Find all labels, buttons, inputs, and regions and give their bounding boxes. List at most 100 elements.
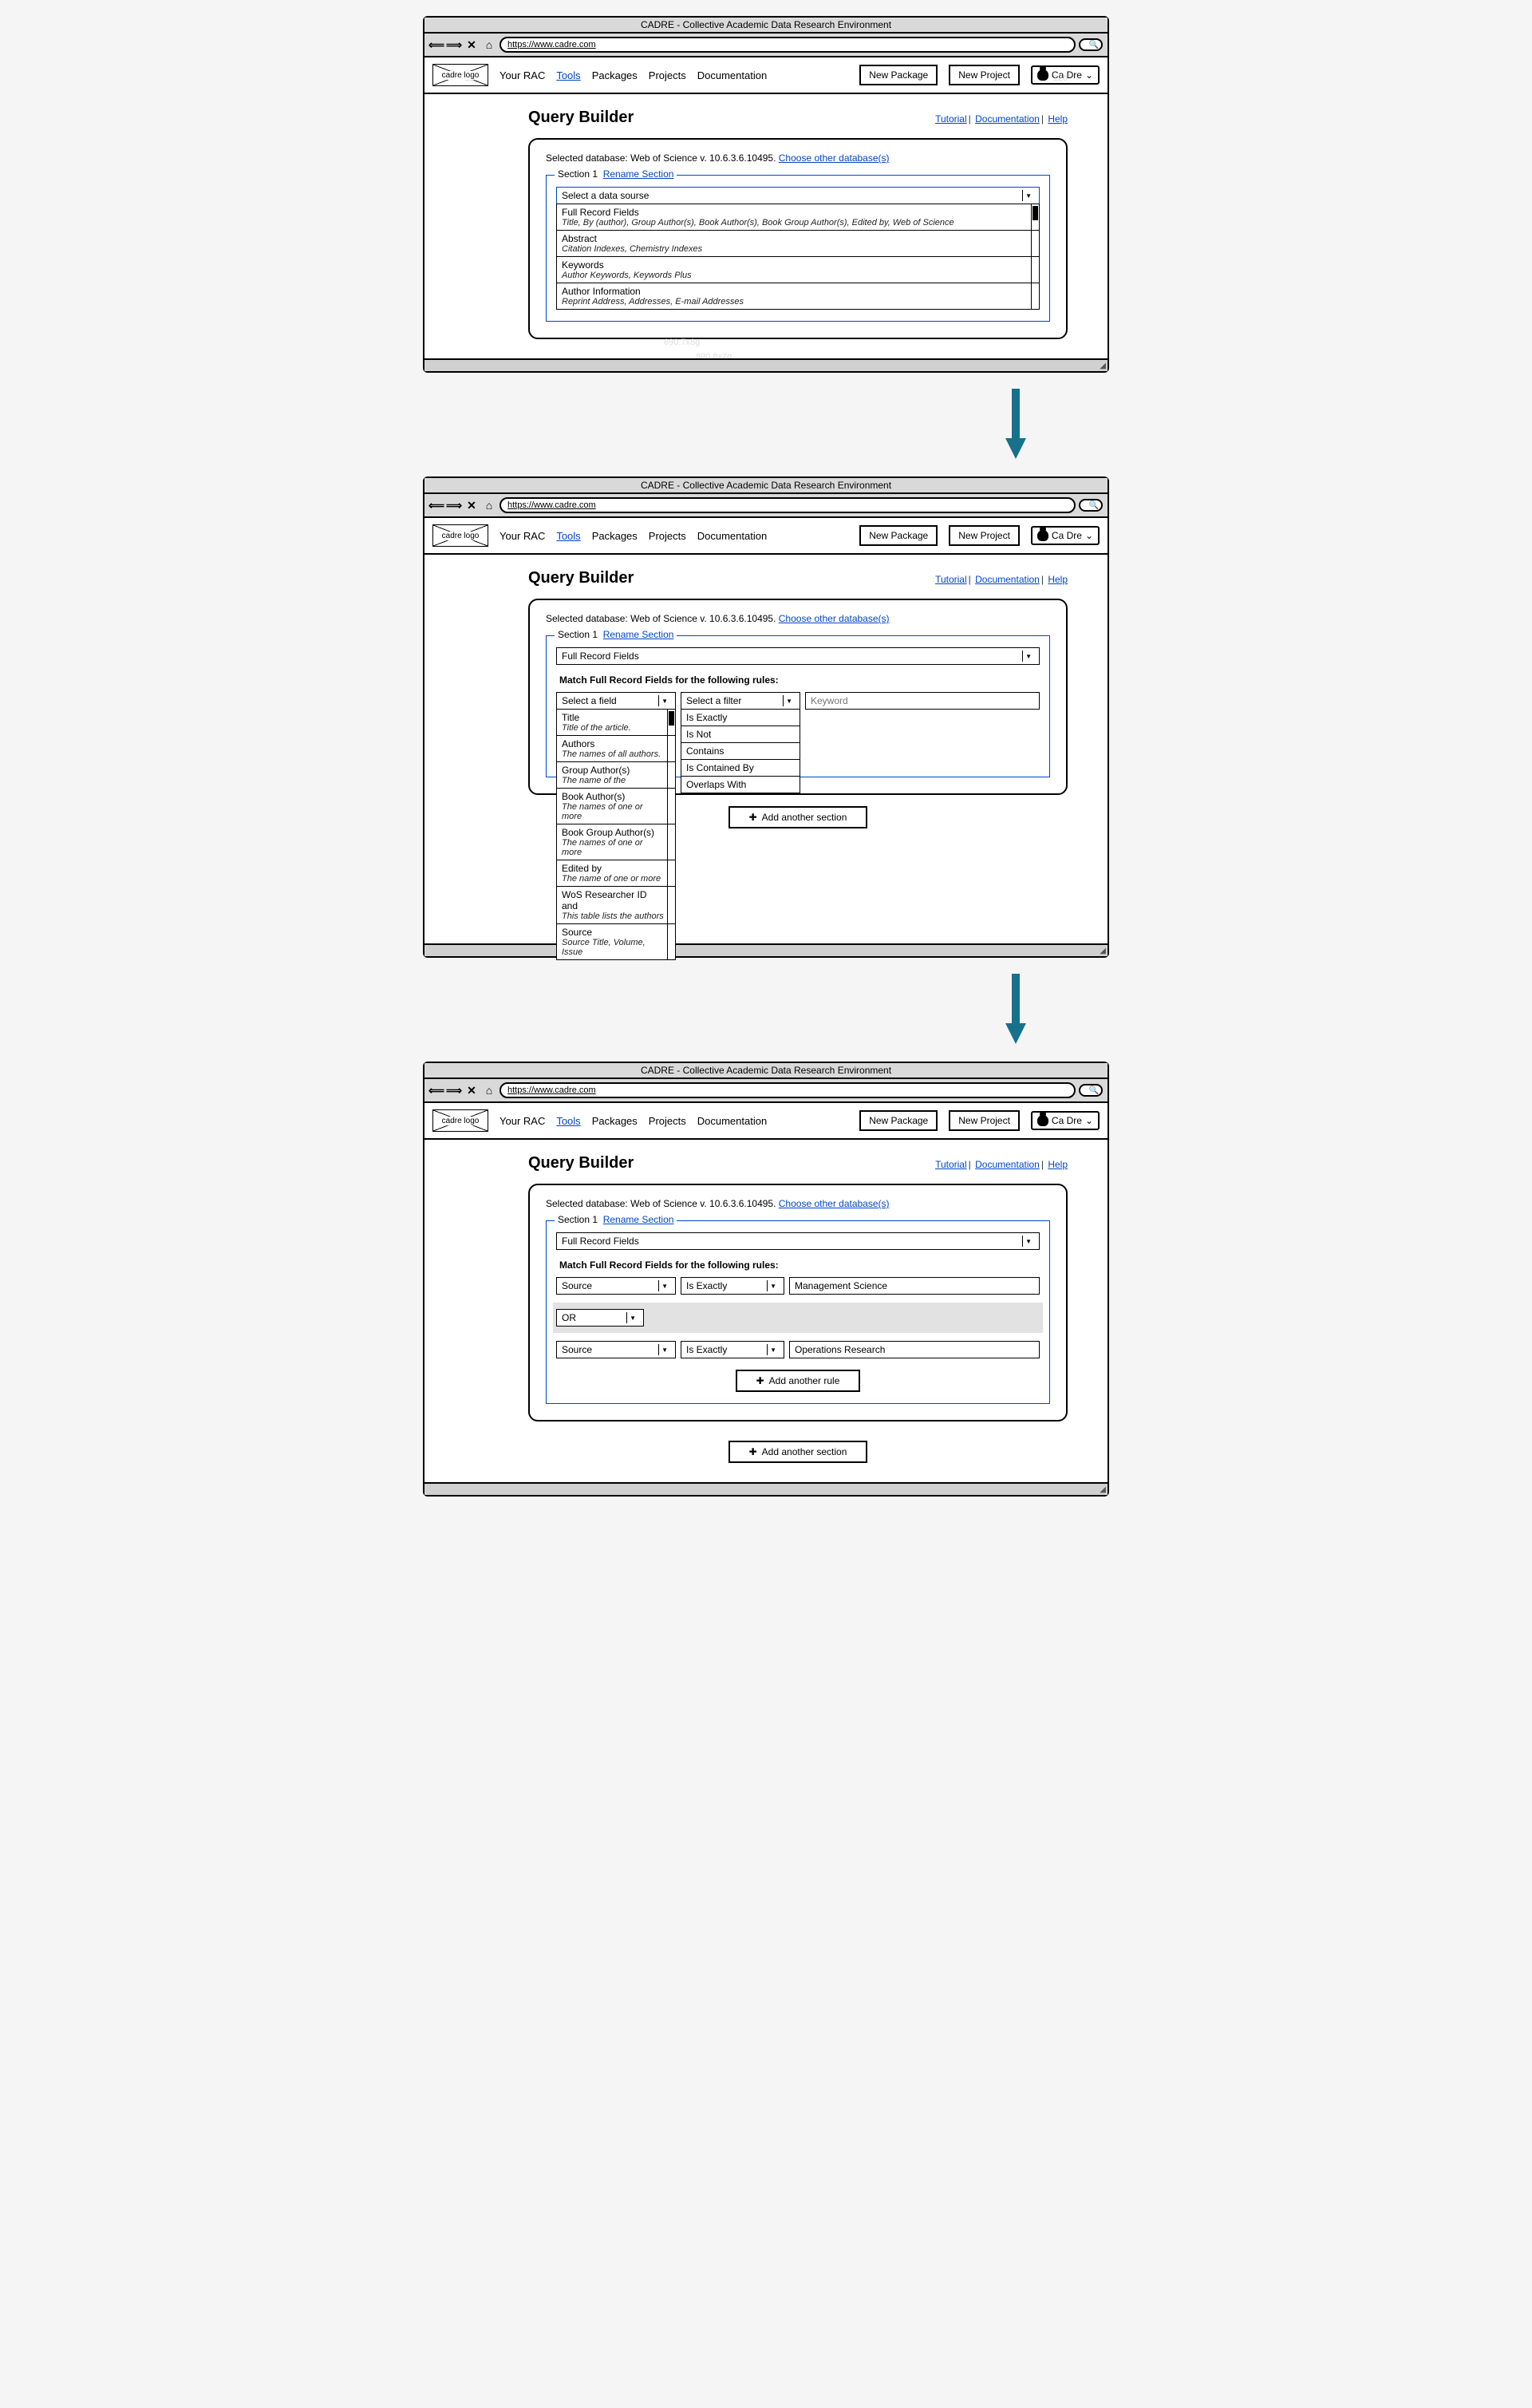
rule2-value-input[interactable]: Operations Research — [789, 1341, 1040, 1358]
field-opt-source[interactable]: SourceSource Title, Volume, Issue — [557, 924, 675, 959]
filter-opt-contains[interactable]: Contains — [681, 743, 800, 760]
filter-opt-not[interactable]: Is Not — [681, 726, 800, 743]
docs-link[interactable]: Documentation — [975, 1159, 1040, 1170]
field-dropdown[interactable]: TitleTitle of the article. AuthorsThe na… — [556, 709, 676, 960]
home-icon[interactable]: ⌂ — [482, 38, 496, 52]
new-project-button[interactable]: New Project — [949, 1110, 1020, 1131]
field-opt-book-author[interactable]: Book Author(s)The names of one or more — [557, 789, 675, 824]
add-section-button[interactable]: ✚ Add another section — [728, 1441, 868, 1463]
scrollbar[interactable] — [1031, 204, 1039, 309]
back-icon[interactable]: ⟸ — [429, 38, 444, 52]
user-menu[interactable]: Ca Dre ⌄ — [1031, 1111, 1100, 1130]
new-project-button[interactable]: New Project — [949, 525, 1020, 546]
url-field[interactable]: https://www.cadre.com — [499, 497, 1076, 513]
search-pill[interactable]: 🔍 — [1079, 1084, 1103, 1097]
nav-tools[interactable]: Tools — [556, 69, 580, 81]
field-opt-wos-id[interactable]: WoS Researcher ID andThis table lists th… — [557, 887, 675, 924]
field-select[interactable]: Select a field ▼ — [556, 692, 676, 710]
rule1-field-select[interactable]: Source▼ — [556, 1277, 676, 1295]
help-link[interactable]: Help — [1048, 113, 1068, 125]
nav-documentation[interactable]: Documentation — [697, 69, 767, 81]
option-full-record[interactable]: Full Record FieldsTitle, By (author), Gr… — [557, 204, 1039, 231]
forward-icon[interactable]: ⟹ — [447, 38, 461, 52]
query-card: Selected database: Web of Science v. 10.… — [528, 599, 1068, 795]
new-package-button[interactable]: New Package — [859, 65, 938, 85]
field-opt-book-group[interactable]: Book Group Author(s)The names of one or … — [557, 824, 675, 860]
close-icon[interactable]: ✕ — [464, 38, 479, 52]
back-icon[interactable]: ⟸ — [429, 498, 444, 512]
forward-icon[interactable]: ⟹ — [447, 1083, 461, 1097]
option-abstract[interactable]: AbstractCitation Indexes, Chemistry Inde… — [557, 231, 1039, 257]
field-opt-title[interactable]: TitleTitle of the article. — [557, 710, 675, 736]
tutorial-link[interactable]: Tutorial — [935, 1159, 967, 1170]
url-field[interactable]: https://www.cadre.com — [499, 37, 1076, 53]
nav-projects[interactable]: Projects — [649, 530, 686, 542]
home-icon[interactable]: ⌂ — [482, 498, 496, 512]
filter-select[interactable]: Select a filter ▼ — [681, 692, 800, 710]
help-link[interactable]: Help — [1048, 574, 1068, 585]
scrollbar[interactable] — [667, 710, 675, 959]
filter-opt-contained[interactable]: Is Contained By — [681, 760, 800, 777]
nav-projects[interactable]: Projects — [649, 69, 686, 81]
close-icon[interactable]: ✕ — [464, 1083, 479, 1097]
join-select[interactable]: OR▼ — [556, 1309, 644, 1327]
nav-packages[interactable]: Packages — [592, 1115, 638, 1127]
field-opt-authors[interactable]: AuthorsThe names of all authors. — [557, 736, 675, 762]
back-icon[interactable]: ⟸ — [429, 1083, 444, 1097]
docs-link[interactable]: Documentation — [975, 574, 1040, 585]
choose-db-link[interactable]: Choose other database(s) — [779, 1198, 890, 1209]
field-opt-edited-by[interactable]: Edited byThe name of one or more — [557, 860, 675, 887]
user-menu[interactable]: Ca Dre ⌄ — [1031, 65, 1100, 85]
home-icon[interactable]: ⌂ — [482, 1083, 496, 1097]
resize-icon[interactable]: ◢ — [1100, 947, 1106, 955]
rule2-field-select[interactable]: Source▼ — [556, 1341, 676, 1358]
nav-your-rac[interactable]: Your RAC — [499, 530, 545, 542]
new-package-button[interactable]: New Package — [859, 1110, 938, 1131]
data-source-select[interactable]: Full Record Fields ▼ — [556, 1232, 1040, 1250]
filter-dropdown[interactable]: Is Exactly Is Not Contains Is Contained … — [681, 709, 800, 793]
statusbar: ◢ — [424, 358, 1108, 371]
rule2-filter-select[interactable]: Is Exactly▼ — [681, 1341, 784, 1358]
add-rule-button[interactable]: ✚ Add another rule — [736, 1370, 861, 1392]
search-pill[interactable]: 🔍 — [1079, 499, 1103, 512]
rename-section-link[interactable]: Rename Section — [603, 168, 674, 180]
nav-your-rac[interactable]: Your RAC — [499, 69, 545, 81]
nav-projects[interactable]: Projects — [649, 1115, 686, 1127]
rule1-filter-select[interactable]: Is Exactly▼ — [681, 1277, 784, 1295]
data-source-select[interactable]: Full Record Fields ▼ — [556, 647, 1040, 665]
nav-your-rac[interactable]: Your RAC — [499, 1115, 545, 1127]
new-package-button[interactable]: New Package — [859, 525, 938, 546]
new-project-button[interactable]: New Project — [949, 65, 1020, 85]
filter-opt-overlaps[interactable]: Overlaps With — [681, 777, 800, 793]
nav-tools[interactable]: Tools — [556, 530, 580, 542]
rename-section-link[interactable]: Rename Section — [603, 1214, 674, 1225]
resize-icon[interactable]: ◢ — [1100, 362, 1106, 370]
data-source-select[interactable]: Select a data sourse ▼ — [556, 187, 1040, 204]
keyword-input[interactable] — [805, 692, 1040, 710]
nav-packages[interactable]: Packages — [592, 530, 638, 542]
choose-db-link[interactable]: Choose other database(s) — [779, 152, 890, 164]
data-source-dropdown[interactable]: Full Record FieldsTitle, By (author), Gr… — [556, 204, 1040, 310]
help-link[interactable]: Help — [1048, 1159, 1068, 1170]
forward-icon[interactable]: ⟹ — [447, 498, 461, 512]
docs-link[interactable]: Documentation — [975, 113, 1040, 125]
rename-section-link[interactable]: Rename Section — [603, 629, 674, 640]
user-menu[interactable]: Ca Dre ⌄ — [1031, 526, 1100, 545]
tutorial-link[interactable]: Tutorial — [935, 113, 967, 125]
tutorial-link[interactable]: Tutorial — [935, 574, 967, 585]
option-author-info[interactable]: Author InformationReprint Address, Addre… — [557, 283, 1039, 309]
add-section-button[interactable]: ✚ Add another section — [728, 806, 868, 828]
search-pill[interactable]: 🔍 — [1079, 38, 1103, 51]
rule1-value-input[interactable]: Management Science — [789, 1277, 1040, 1295]
nav-packages[interactable]: Packages — [592, 69, 638, 81]
filter-opt-exactly[interactable]: Is Exactly — [681, 710, 800, 726]
field-opt-group-author[interactable]: Group Author(s)The name of the — [557, 762, 675, 789]
close-icon[interactable]: ✕ — [464, 498, 479, 512]
nav-documentation[interactable]: Documentation — [697, 1115, 767, 1127]
nav-documentation[interactable]: Documentation — [697, 530, 767, 542]
choose-db-link[interactable]: Choose other database(s) — [779, 613, 890, 624]
url-field[interactable]: https://www.cadre.com — [499, 1082, 1076, 1098]
nav-tools[interactable]: Tools — [556, 1115, 580, 1127]
resize-icon[interactable]: ◢ — [1100, 1485, 1106, 1494]
option-keywords[interactable]: KeywordsAuthor Keywords, Keywords Plus — [557, 257, 1039, 283]
